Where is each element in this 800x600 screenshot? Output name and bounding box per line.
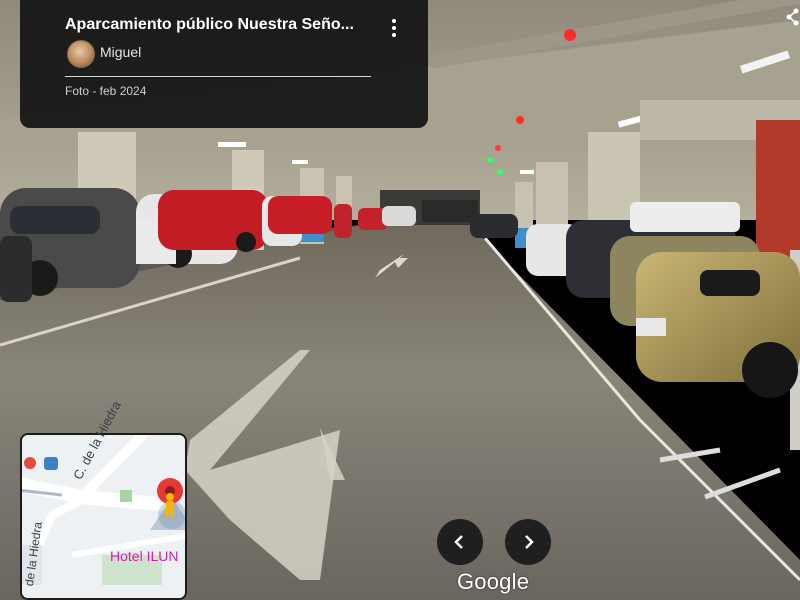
- more-options-button[interactable]: [382, 14, 406, 42]
- place-title[interactable]: Aparcamiento público Nuestra Seño...: [65, 16, 365, 34]
- author-avatar[interactable]: [67, 40, 95, 68]
- author-name[interactable]: Miguel: [100, 44, 141, 60]
- next-photo-button[interactable]: [505, 519, 551, 565]
- more-vert-icon-dot: [392, 33, 396, 37]
- minimap-place-label[interactable]: Hotel ILUN: [110, 548, 178, 564]
- mini-map-roads: [22, 435, 185, 598]
- google-logo: Google: [457, 569, 530, 594]
- more-vert-icon-dot: [392, 26, 396, 30]
- photo-date: Foto - feb 2024: [65, 84, 147, 98]
- chevron-right-icon: [525, 535, 534, 549]
- share-icon[interactable]: [784, 6, 800, 28]
- info-card: Aparcamiento público Nuestra Seño... Mig…: [20, 0, 428, 128]
- chevron-left-icon: [454, 535, 463, 549]
- previous-photo-button[interactable]: [437, 519, 483, 565]
- divider: [65, 76, 371, 77]
- mini-map[interactable]: [20, 433, 187, 600]
- more-vert-icon: [392, 19, 396, 23]
